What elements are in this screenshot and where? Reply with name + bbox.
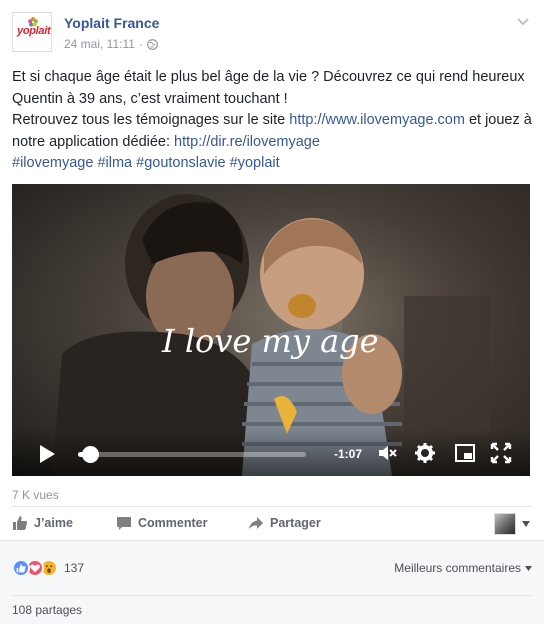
like-button[interactable]: J’aime <box>12 515 73 531</box>
reaction-count: 137 <box>64 561 85 575</box>
hashtag[interactable]: #goutonslavie <box>136 155 226 171</box>
view-count: 7 K vues <box>12 488 59 502</box>
comment-icon <box>117 517 131 530</box>
post-text-segment: Retrouvez tous les témoignages sur le si… <box>12 112 290 128</box>
divider <box>12 595 532 596</box>
share-button[interactable]: Partager <box>248 515 321 531</box>
reactions-footer: 137 Meilleurs commentaires 108 partages <box>0 540 544 624</box>
time-remaining: -1:07 <box>334 447 363 461</box>
action-bar: J’aime Commenter Partager <box>12 506 532 540</box>
video-controls: -1:07 <box>12 428 530 476</box>
like-label: J’aime <box>34 516 73 530</box>
globe-icon[interactable] <box>147 38 158 50</box>
post-as-selector[interactable] <box>494 513 530 535</box>
gear-icon[interactable] <box>414 442 436 464</box>
page-avatar[interactable]: yoplait <box>12 12 52 52</box>
caret-down-icon <box>525 565 532 571</box>
chevron-down-icon[interactable] <box>516 14 530 28</box>
comment-sort-dropdown[interactable]: Meilleurs commentaires <box>394 561 532 575</box>
play-icon[interactable] <box>38 444 56 464</box>
thumbs-up-icon <box>13 516 28 530</box>
page-name-link[interactable]: Yoplait France <box>64 15 159 31</box>
avatar <box>494 513 516 535</box>
like-reaction-icon <box>12 559 30 577</box>
comment-label: Commenter <box>138 516 208 530</box>
post-body: Et si chaque âge était le plus bel âge d… <box>12 67 534 175</box>
mute-icon[interactable] <box>376 442 398 464</box>
progress-bar[interactable] <box>78 452 306 457</box>
meta-separator: · <box>138 37 143 51</box>
fullscreen-icon[interactable] <box>490 442 512 464</box>
svg-text:I love my age: I love my age <box>161 322 379 360</box>
app-link[interactable]: http://dir.re/ilovemyage <box>174 134 320 150</box>
facebook-post: yoplait Yoplait France 24 mai, 11:11 · E… <box>0 0 544 624</box>
post-text-line2: Retrouvez tous les témoignages sur le si… <box>12 110 534 153</box>
hashtag[interactable]: #yoplait <box>230 155 280 171</box>
video-player[interactable]: I love my age -1:07 <box>12 184 530 476</box>
logo-wordmark: yoplait <box>17 25 51 37</box>
comment-button[interactable]: Commenter <box>116 515 207 531</box>
share-arrow-icon <box>249 517 263 529</box>
share-label: Partager <box>270 516 321 530</box>
hashtag-line: #ilovemyage #ilma #goutonslavie #yoplait <box>12 153 534 175</box>
post-timestamp[interactable]: 24 mai, 11:11 <box>64 37 135 51</box>
scrub-handle[interactable] <box>82 446 99 463</box>
website-link[interactable]: http://www.ilovemyage.com <box>289 112 465 128</box>
hashtag[interactable]: #ilma <box>97 155 132 171</box>
pip-icon[interactable] <box>454 442 476 464</box>
post-text-line1: Et si chaque âge était le plus bel âge d… <box>12 69 525 107</box>
comment-sort-label: Meilleurs commentaires <box>394 561 521 575</box>
post-meta: 24 mai, 11:11 · <box>64 37 158 51</box>
hashtag[interactable]: #ilovemyage <box>12 155 93 171</box>
share-count-link[interactable]: 108 partages <box>12 603 82 617</box>
reaction-summary[interactable]: 137 <box>12 559 84 577</box>
caret-down-icon <box>522 521 530 527</box>
